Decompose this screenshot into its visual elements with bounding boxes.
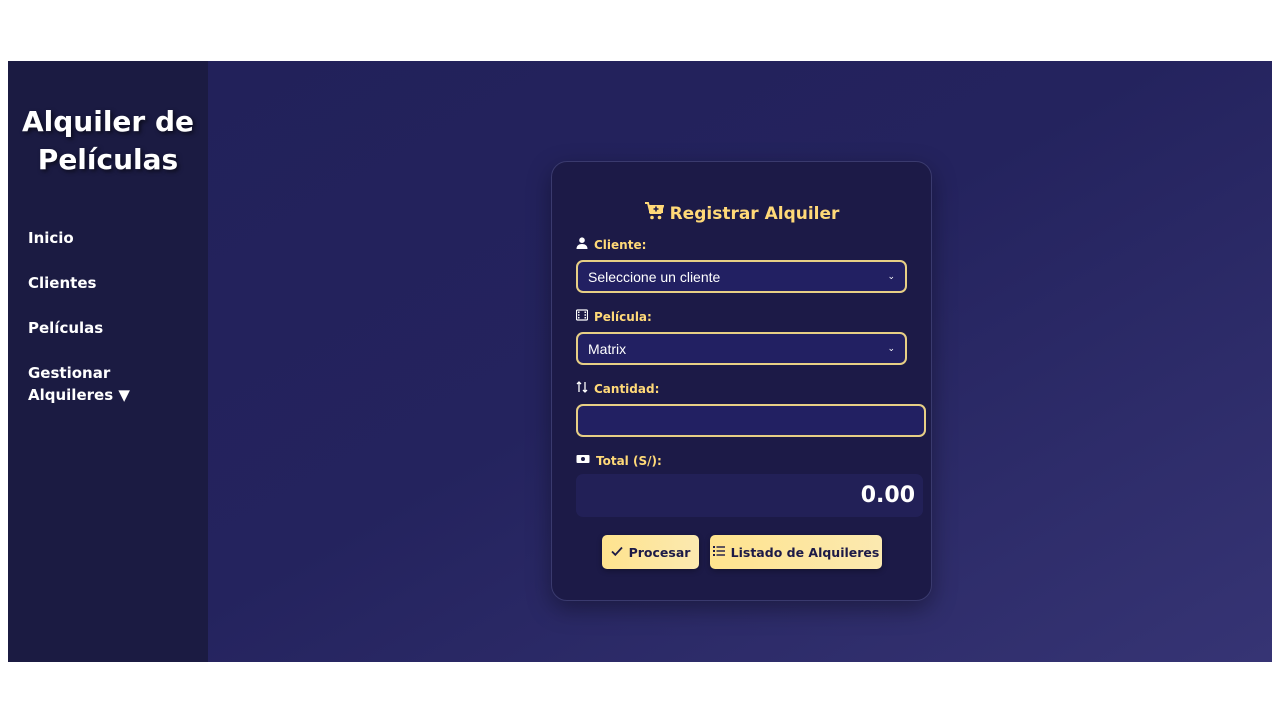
cart-plus-icon (644, 202, 664, 225)
sidebar-item-gestionar-alquileres[interactable]: Gestionar Alquileres ▼ (8, 362, 208, 407)
procesar-button[interactable]: Procesar (602, 535, 699, 569)
sidebar-nav: Inicio Clientes Películas Gestionar Alqu… (8, 227, 208, 407)
chevron-down-icon: ⌄ (887, 343, 895, 353)
chevron-down-icon: ⌄ (887, 271, 895, 281)
cliente-select-value: Seleccione un cliente (588, 268, 721, 285)
cliente-select[interactable]: Seleccione un cliente ⌄ (576, 260, 907, 293)
user-icon (576, 237, 588, 252)
pelicula-label: Película: (575, 309, 652, 324)
cantidad-input[interactable] (576, 404, 926, 437)
listado-button-label: Listado de Alquileres (730, 544, 880, 560)
sidebar-item-peliculas[interactable]: Películas (8, 317, 208, 362)
check-icon (610, 545, 623, 560)
total-display: 0.00 (576, 474, 923, 517)
money-bill-icon (576, 453, 590, 468)
pelicula-select-value: Matrix (588, 340, 627, 357)
procesar-button-label: Procesar (628, 544, 691, 560)
list-icon (712, 545, 725, 560)
cantidad-label-text: Cantidad: (594, 381, 660, 396)
total-label-text: Total (S/): (596, 453, 662, 468)
sort-arrows-icon (576, 381, 588, 396)
main-content: Registrar Alquiler Cliente: Seleccione u… (208, 61, 1272, 662)
form-title-text: Registrar Alquiler (669, 203, 840, 224)
cliente-label: Cliente: (576, 237, 646, 252)
pelicula-label-text: Película: (594, 309, 652, 324)
form-title: Registrar Alquiler (552, 202, 931, 225)
listado-alquileres-button[interactable]: Listado de Alquileres (710, 535, 882, 569)
total-value: 0.00 (860, 483, 915, 508)
rental-form-card: Registrar Alquiler Cliente: Seleccione u… (551, 161, 932, 601)
cliente-label-text: Cliente: (594, 237, 647, 252)
sidebar-item-inicio[interactable]: Inicio (8, 227, 208, 272)
sidebar: Alquiler de Películas Inicio Clientes Pe… (8, 61, 208, 662)
cantidad-label: Cantidad: (576, 381, 659, 396)
film-icon (575, 309, 589, 324)
app-window: Alquiler de Películas Inicio Clientes Pe… (8, 61, 1272, 662)
sidebar-item-clientes[interactable]: Clientes (8, 272, 208, 317)
total-label: Total (S/): (576, 453, 662, 468)
pelicula-select[interactable]: Matrix ⌄ (576, 332, 907, 365)
brand-title: Alquiler de Películas (21, 105, 195, 176)
